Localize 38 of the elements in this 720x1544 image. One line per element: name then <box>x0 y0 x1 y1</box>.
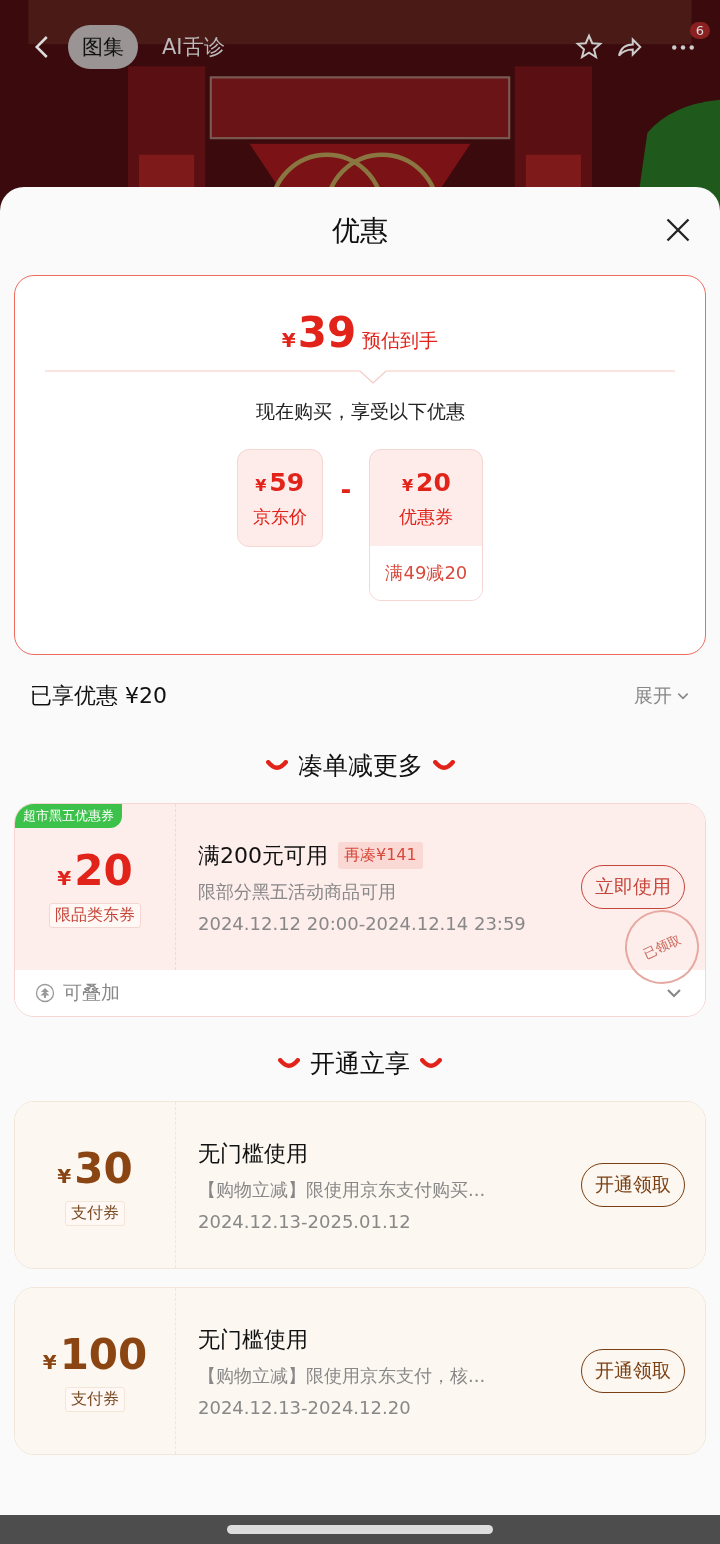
coupon-type: 限品类东券 <box>49 903 141 928</box>
estimated-price: ¥39 <box>281 308 357 357</box>
amount: ¥20 <box>401 467 451 497</box>
amount-label: 京东价 <box>252 504 307 529</box>
coupon-type: 支付券 <box>65 1201 125 1226</box>
coupon-validity: 2024.12.13-2024.12.20 <box>198 1396 412 1418</box>
nav-tab[interactable]: AI舌诊 <box>148 25 239 69</box>
coupon-validity: 2024.12.13-2025.01.12 <box>198 1210 412 1232</box>
coupon-description: 【购物立减】限使用京东支付购买... <box>198 1177 487 1202</box>
curve-ornament-icon <box>432 759 455 771</box>
coupon-description: 限部分黑五活动商品可用 <box>198 879 397 904</box>
stackable-label: 可叠加 <box>63 980 120 1005</box>
coupon-description: 【购物立减】限使用京东支付，核... <box>198 1363 487 1388</box>
curve-ornament-icon <box>265 759 288 771</box>
savings-label: 已享优惠 ¥20 <box>30 682 167 710</box>
section-title: 凑单减更多 <box>297 749 423 782</box>
close-icon[interactable] <box>664 216 692 244</box>
coupon-amount: ¥100 <box>42 1330 148 1379</box>
curve-ornament-icon <box>420 1057 442 1069</box>
coupon-title: 满200元可用 <box>198 841 328 870</box>
curve-ornament-icon <box>278 1057 300 1069</box>
coupon-validity: 2024.12.12 20:00-2024.12.14 23:59 <box>198 912 527 934</box>
expand-button[interactable]: 展开 <box>634 683 690 709</box>
coupon-amount: ¥20 <box>57 846 133 895</box>
coupon-tag: 超市黑五优惠券 <box>15 804 122 828</box>
coupon-condition: 满49减20 <box>370 546 483 600</box>
coupon-type: 支付券 <box>65 1387 125 1412</box>
coupon-title: 无门槛使用 <box>198 1139 308 1168</box>
section-title: 开通立享 <box>310 1047 410 1080</box>
intro-text: 现在购买，享受以下优惠 <box>255 399 465 424</box>
amount: ¥59 <box>255 467 305 497</box>
amount-label: 优惠券 <box>399 504 454 529</box>
estimate-label: 预估到手 <box>362 328 439 353</box>
minus-sign: - <box>340 475 352 505</box>
top-up-badge: 再凑¥141 <box>338 842 423 869</box>
coupon-title: 无门槛使用 <box>198 1325 308 1354</box>
coupon-amount: ¥30 <box>57 1144 133 1193</box>
sheet-title: 优惠 <box>332 213 388 249</box>
